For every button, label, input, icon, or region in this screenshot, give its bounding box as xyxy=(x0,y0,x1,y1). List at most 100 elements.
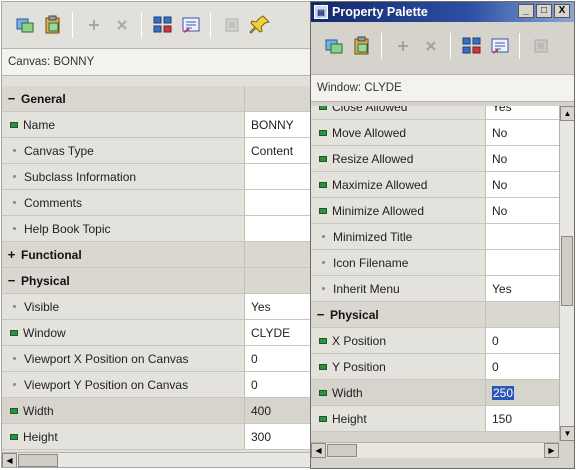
section-functional[interactable]: + Functional xyxy=(2,242,312,268)
property-label: Resize Allowed xyxy=(332,151,414,166)
property-row-viewport-y-position-on-canvas[interactable]: Viewport Y Position on Canvas 0 xyxy=(2,372,312,398)
property-row-inherit-menu[interactable]: Inherit Menu Yes xyxy=(311,276,574,302)
property-value-field[interactable]: No xyxy=(486,146,559,171)
property-value-field[interactable] xyxy=(245,164,312,189)
property-value-field[interactable]: Yes xyxy=(486,106,559,119)
property-row-x-position[interactable]: X Position 0 xyxy=(311,328,574,354)
union-intersection-icon[interactable] xyxy=(459,33,485,59)
property-row-close-allowed[interactable]: Close Allowed Yes xyxy=(311,106,574,120)
property-value-field[interactable]: No xyxy=(486,198,559,223)
property-row-canvas-type[interactable]: Canvas Type Content xyxy=(2,138,312,164)
property-value-field[interactable]: No xyxy=(486,120,559,145)
right-vertical-scrollbar[interactable]: ▲ ▼ xyxy=(559,106,574,441)
property-value-field[interactable]: 150 xyxy=(486,406,559,431)
property-value-field[interactable]: 0 xyxy=(245,372,312,397)
add-property-icon[interactable] xyxy=(81,12,107,38)
property-row-name[interactable]: Name BONNY xyxy=(2,112,312,138)
add-property-icon[interactable] xyxy=(390,33,416,59)
property-value-field[interactable]: 250 xyxy=(486,380,559,405)
pin-icon[interactable] xyxy=(247,12,273,38)
property-row-viewport-x-position-on-canvas[interactable]: Viewport X Position on Canvas 0 xyxy=(2,346,312,372)
property-row-move-allowed[interactable]: Move Allowed No xyxy=(311,120,574,146)
scroll-down-icon[interactable]: ▼ xyxy=(560,426,574,441)
property-value-field[interactable] xyxy=(245,216,312,241)
left-toolbar xyxy=(2,2,275,48)
paste-properties-icon[interactable] xyxy=(40,12,66,38)
section-value-cell xyxy=(245,86,312,111)
expand-icon[interactable]: + xyxy=(6,247,17,262)
right-horizontal-scrollbar[interactable]: ◀ ▶ xyxy=(311,442,559,458)
property-row-width[interactable]: Width 400 xyxy=(2,398,312,424)
property-row-y-position[interactable]: Y Position 0 xyxy=(311,354,574,380)
default-property-icon xyxy=(13,149,16,152)
property-name-cell: Icon Filename xyxy=(311,250,486,275)
copy-properties-icon[interactable] xyxy=(12,12,38,38)
freeze-icon[interactable] xyxy=(528,33,554,59)
property-row-window[interactable]: Window CLYDE xyxy=(2,320,312,346)
scroll-right-icon[interactable]: ▶ xyxy=(544,443,559,458)
property-row-height[interactable]: Height 300 xyxy=(2,424,312,450)
left-scroll-thumb[interactable] xyxy=(18,454,58,467)
property-name-cell: Resize Allowed xyxy=(311,146,486,171)
property-value-field[interactable] xyxy=(486,224,559,249)
minimize-button[interactable]: _ xyxy=(518,4,534,18)
property-inherit-icon[interactable] xyxy=(178,12,204,38)
section-general[interactable]: − General xyxy=(2,86,312,112)
property-value-field[interactable]: Content xyxy=(245,138,312,163)
property-value-field[interactable]: 0 xyxy=(486,354,559,379)
section-physical[interactable]: − Physical xyxy=(311,302,574,328)
property-row-subclass-information[interactable]: Subclass Information xyxy=(2,164,312,190)
property-label: Width xyxy=(23,403,54,418)
delete-property-icon[interactable] xyxy=(418,33,444,59)
property-value-field[interactable] xyxy=(486,250,559,275)
collapse-icon[interactable]: − xyxy=(6,91,17,106)
copy-properties-icon[interactable] xyxy=(321,33,347,59)
property-row-maximize-allowed[interactable]: Maximize Allowed No xyxy=(311,172,574,198)
property-row-icon-filename[interactable]: Icon Filename xyxy=(311,250,574,276)
property-row-resize-allowed[interactable]: Resize Allowed No xyxy=(311,146,574,172)
right-scroll-thumb-h[interactable] xyxy=(327,444,357,457)
property-value-field[interactable] xyxy=(245,190,312,215)
scroll-left-icon[interactable]: ◀ xyxy=(2,453,17,467)
delete-property-icon[interactable] xyxy=(109,12,135,38)
property-value-field[interactable]: CLYDE xyxy=(245,320,312,345)
property-value-field[interactable]: 300 xyxy=(245,424,312,449)
section-physical[interactable]: − Physical xyxy=(2,268,312,294)
property-value-field[interactable]: BONNY xyxy=(245,112,312,137)
property-row-visible[interactable]: Visible Yes xyxy=(2,294,312,320)
property-row-minimize-allowed[interactable]: Minimize Allowed No xyxy=(311,198,574,224)
right-scroll-thumb[interactable] xyxy=(561,236,573,306)
property-value-field[interactable]: 0 xyxy=(486,328,559,353)
property-value-field[interactable]: Yes xyxy=(245,294,312,319)
toolbar-separator xyxy=(141,12,142,38)
freeze-icon[interactable] xyxy=(219,12,245,38)
property-value-field[interactable]: Yes xyxy=(486,276,559,301)
left-horizontal-scrollbar[interactable]: ◀ xyxy=(2,452,312,467)
maximize-button[interactable]: □ xyxy=(536,4,552,18)
property-value-field[interactable]: 0 xyxy=(245,346,312,371)
property-name-cell: − Physical xyxy=(2,268,245,293)
title-bar[interactable]: ▤ Property Palette _ □ X xyxy=(311,2,574,22)
property-row-width[interactable]: Width 250 xyxy=(311,380,574,406)
property-value-field[interactable]: 400 xyxy=(245,398,312,423)
right-property-grid: Close Allowed Yes Move Allowed No Resize All… xyxy=(311,106,574,441)
close-button[interactable]: X xyxy=(554,4,570,18)
property-value: 0 xyxy=(492,333,499,348)
section-value-cell xyxy=(486,302,559,327)
scroll-left-icon[interactable]: ◀ xyxy=(311,443,326,458)
paste-properties-icon[interactable] xyxy=(349,33,375,59)
collapse-icon[interactable]: − xyxy=(315,307,326,322)
property-row-height[interactable]: Height 150 xyxy=(311,406,574,432)
property-name-cell: − Physical xyxy=(311,302,486,327)
left-property-grid: − General Name BONNY Canvas Type Content Subcl… xyxy=(2,86,312,453)
property-row-comments[interactable]: Comments xyxy=(2,190,312,216)
property-label: Name xyxy=(23,117,56,132)
collapse-icon[interactable]: − xyxy=(6,273,17,288)
property-inherit-icon[interactable] xyxy=(487,33,513,59)
property-row-minimized-title[interactable]: Minimized Title xyxy=(311,224,574,250)
property-value-field[interactable]: No xyxy=(486,172,559,197)
scroll-up-icon[interactable]: ▲ xyxy=(560,106,574,121)
property-value: No xyxy=(492,203,508,218)
property-row-help-book-topic[interactable]: Help Book Topic xyxy=(2,216,312,242)
union-intersection-icon[interactable] xyxy=(150,12,176,38)
